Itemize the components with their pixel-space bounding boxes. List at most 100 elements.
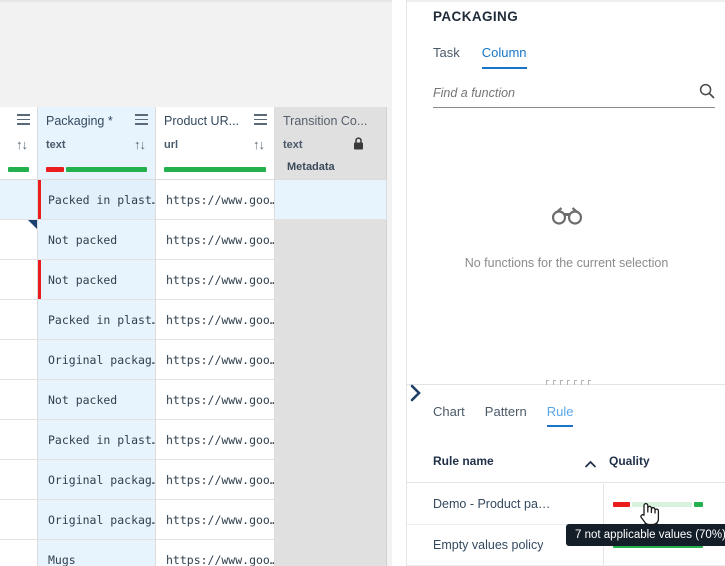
rule-row[interactable]: Demo - Product pa… [407, 484, 725, 525]
table-cell[interactable] [275, 380, 387, 420]
rule-table-header: Rule name Quality [407, 447, 725, 483]
search-input[interactable] [433, 82, 685, 104]
side-panel-top-border [407, 0, 725, 2]
table-cell[interactable] [0, 340, 38, 380]
app-root: ↑↓ Packaging * text ↑↓ Product UR... url ↑↓ Tra… [0, 0, 725, 566]
table-row[interactable]: Not packed https://www.goo… [0, 380, 392, 420]
panel-tabs: Task Column [433, 45, 527, 69]
column-menu-icon[interactable] [17, 114, 30, 125]
table-cell[interactable] [0, 380, 38, 420]
binoculars-icon [407, 205, 725, 230]
sort-toggle-icon[interactable]: ↑↓ [134, 137, 148, 152]
table-cell[interactable] [275, 460, 387, 500]
table-cell[interactable] [275, 180, 387, 220]
grid-column-name: Product UR... [164, 114, 240, 128]
data-grid: ↑↓ Packaging * text ↑↓ Product UR... url ↑↓ Tra… [0, 107, 392, 566]
table-cell[interactable] [275, 340, 387, 380]
mouse-cursor-pointer [638, 500, 660, 533]
panel-resize-grip[interactable] [546, 380, 591, 385]
table-row[interactable]: Not packed https://www.goo… [0, 260, 392, 300]
quality-segment [164, 167, 266, 172]
table-row[interactable]: Not packed https://www.goo… [0, 220, 392, 260]
table-cell[interactable] [0, 500, 38, 540]
grid-body: Packed in plast… https://www.goo… Not pack… [0, 180, 392, 566]
grid-column-type: text [283, 139, 303, 151]
table-cell[interactable]: https://www.goo… [156, 180, 275, 220]
table-cell[interactable]: https://www.goo… [156, 220, 275, 260]
invalid-value-indicator [38, 260, 41, 299]
table-row[interactable]: Packed in plast… https://www.goo… [0, 300, 392, 340]
table-cell[interactable]: Original packag… [38, 500, 156, 540]
table-row[interactable]: Mugs https://www.goo… [0, 540, 392, 566]
column-header-rule-name[interactable]: Rule name [433, 454, 494, 468]
tab-column[interactable]: Column [481, 45, 527, 69]
table-cell[interactable]: Original packag… [38, 460, 156, 500]
grid-column-header[interactable]: Product UR... url ↑↓ [156, 107, 275, 180]
table-cell[interactable] [0, 540, 38, 566]
table-cell[interactable] [0, 220, 38, 260]
column-header-quality[interactable]: Quality [609, 454, 650, 468]
quality-segment[interactable] [694, 502, 703, 507]
table-cell[interactable]: https://www.goo… [156, 500, 275, 540]
table-cell[interactable]: https://www.goo… [156, 380, 275, 420]
sort-ascending-icon[interactable] [584, 456, 597, 474]
quality-segment[interactable] [613, 502, 631, 507]
column-quality-bar[interactable] [46, 167, 147, 172]
grid-column-metadata-label: Metadata [287, 161, 335, 173]
table-cell[interactable] [0, 460, 38, 500]
column-menu-icon[interactable] [254, 114, 267, 125]
table-cell[interactable]: Mugs [38, 540, 156, 566]
table-cell[interactable] [0, 300, 38, 340]
side-panel: PACKAGING TaskColumn No functions f [406, 0, 725, 566]
table-cell[interactable]: Original packag… [38, 340, 156, 380]
table-cell[interactable] [0, 420, 38, 460]
search-icon[interactable] [699, 83, 715, 99]
table-cell[interactable]: Packed in plast… [38, 420, 156, 460]
table-row[interactable]: Original packag… https://www.goo… [0, 500, 392, 540]
table-cell[interactable]: Not packed [38, 380, 156, 420]
table-cell[interactable]: https://www.goo… [156, 540, 275, 566]
table-cell[interactable] [275, 300, 387, 340]
bottom-panel-tabs: Chart Pattern Rule [433, 404, 574, 427]
table-cell[interactable] [275, 260, 387, 300]
grid-column-header[interactable]: Transition Co... text Metadata [275, 107, 387, 180]
column-quality-bar[interactable] [164, 167, 266, 172]
table-cell[interactable]: https://www.goo… [156, 420, 275, 460]
grid-column-type: url [164, 139, 179, 151]
tab-task[interactable]: Task [433, 45, 460, 69]
grid-column-header[interactable]: Packaging * text ↑↓ [38, 107, 156, 180]
quality-segment [65, 167, 147, 172]
table-cell[interactable]: https://www.goo… [156, 260, 275, 300]
function-search[interactable] [433, 82, 715, 108]
table-row[interactable]: Original packag… https://www.goo… [0, 460, 392, 500]
table-cell[interactable] [275, 500, 387, 540]
tab-chart[interactable]: Chart [433, 404, 465, 427]
table-cell[interactable] [275, 420, 387, 460]
table-cell[interactable]: https://www.goo… [156, 460, 275, 500]
table-cell[interactable] [275, 220, 387, 260]
column-menu-icon[interactable] [135, 114, 148, 125]
grid-column-header[interactable]: ↑↓ [0, 107, 38, 180]
tab-pattern[interactable]: Pattern [485, 404, 527, 427]
table-cell[interactable]: Packed in plast… [38, 180, 156, 220]
sort-toggle-icon[interactable]: ↑↓ [16, 137, 30, 152]
table-cell[interactable]: Not packed [38, 220, 156, 260]
table-cell[interactable]: https://www.goo… [156, 300, 275, 340]
chevron-right-icon[interactable] [409, 383, 423, 408]
rule-column-divider [603, 484, 604, 524]
tab-rule[interactable]: Rule [546, 404, 574, 427]
table-cell[interactable] [275, 540, 387, 566]
table-cell[interactable]: https://www.goo… [156, 340, 275, 380]
sort-toggle-icon[interactable]: ↑↓ [253, 137, 267, 152]
rule-name: Empty values policy [433, 538, 544, 552]
table-cell[interactable] [0, 180, 38, 220]
table-row[interactable]: Packed in plast… https://www.goo… [0, 420, 392, 460]
table-cell[interactable] [0, 260, 38, 300]
invalid-value-indicator [38, 180, 41, 219]
table-cell[interactable]: Not packed [38, 260, 156, 300]
table-cell[interactable]: Packed in plast… [38, 300, 156, 340]
table-row[interactable]: Packed in plast… https://www.goo… [0, 180, 392, 220]
grid-empty-area [0, 3, 392, 107]
column-quality-bar[interactable] [8, 167, 29, 172]
table-row[interactable]: Original packag… https://www.goo… [0, 340, 392, 380]
